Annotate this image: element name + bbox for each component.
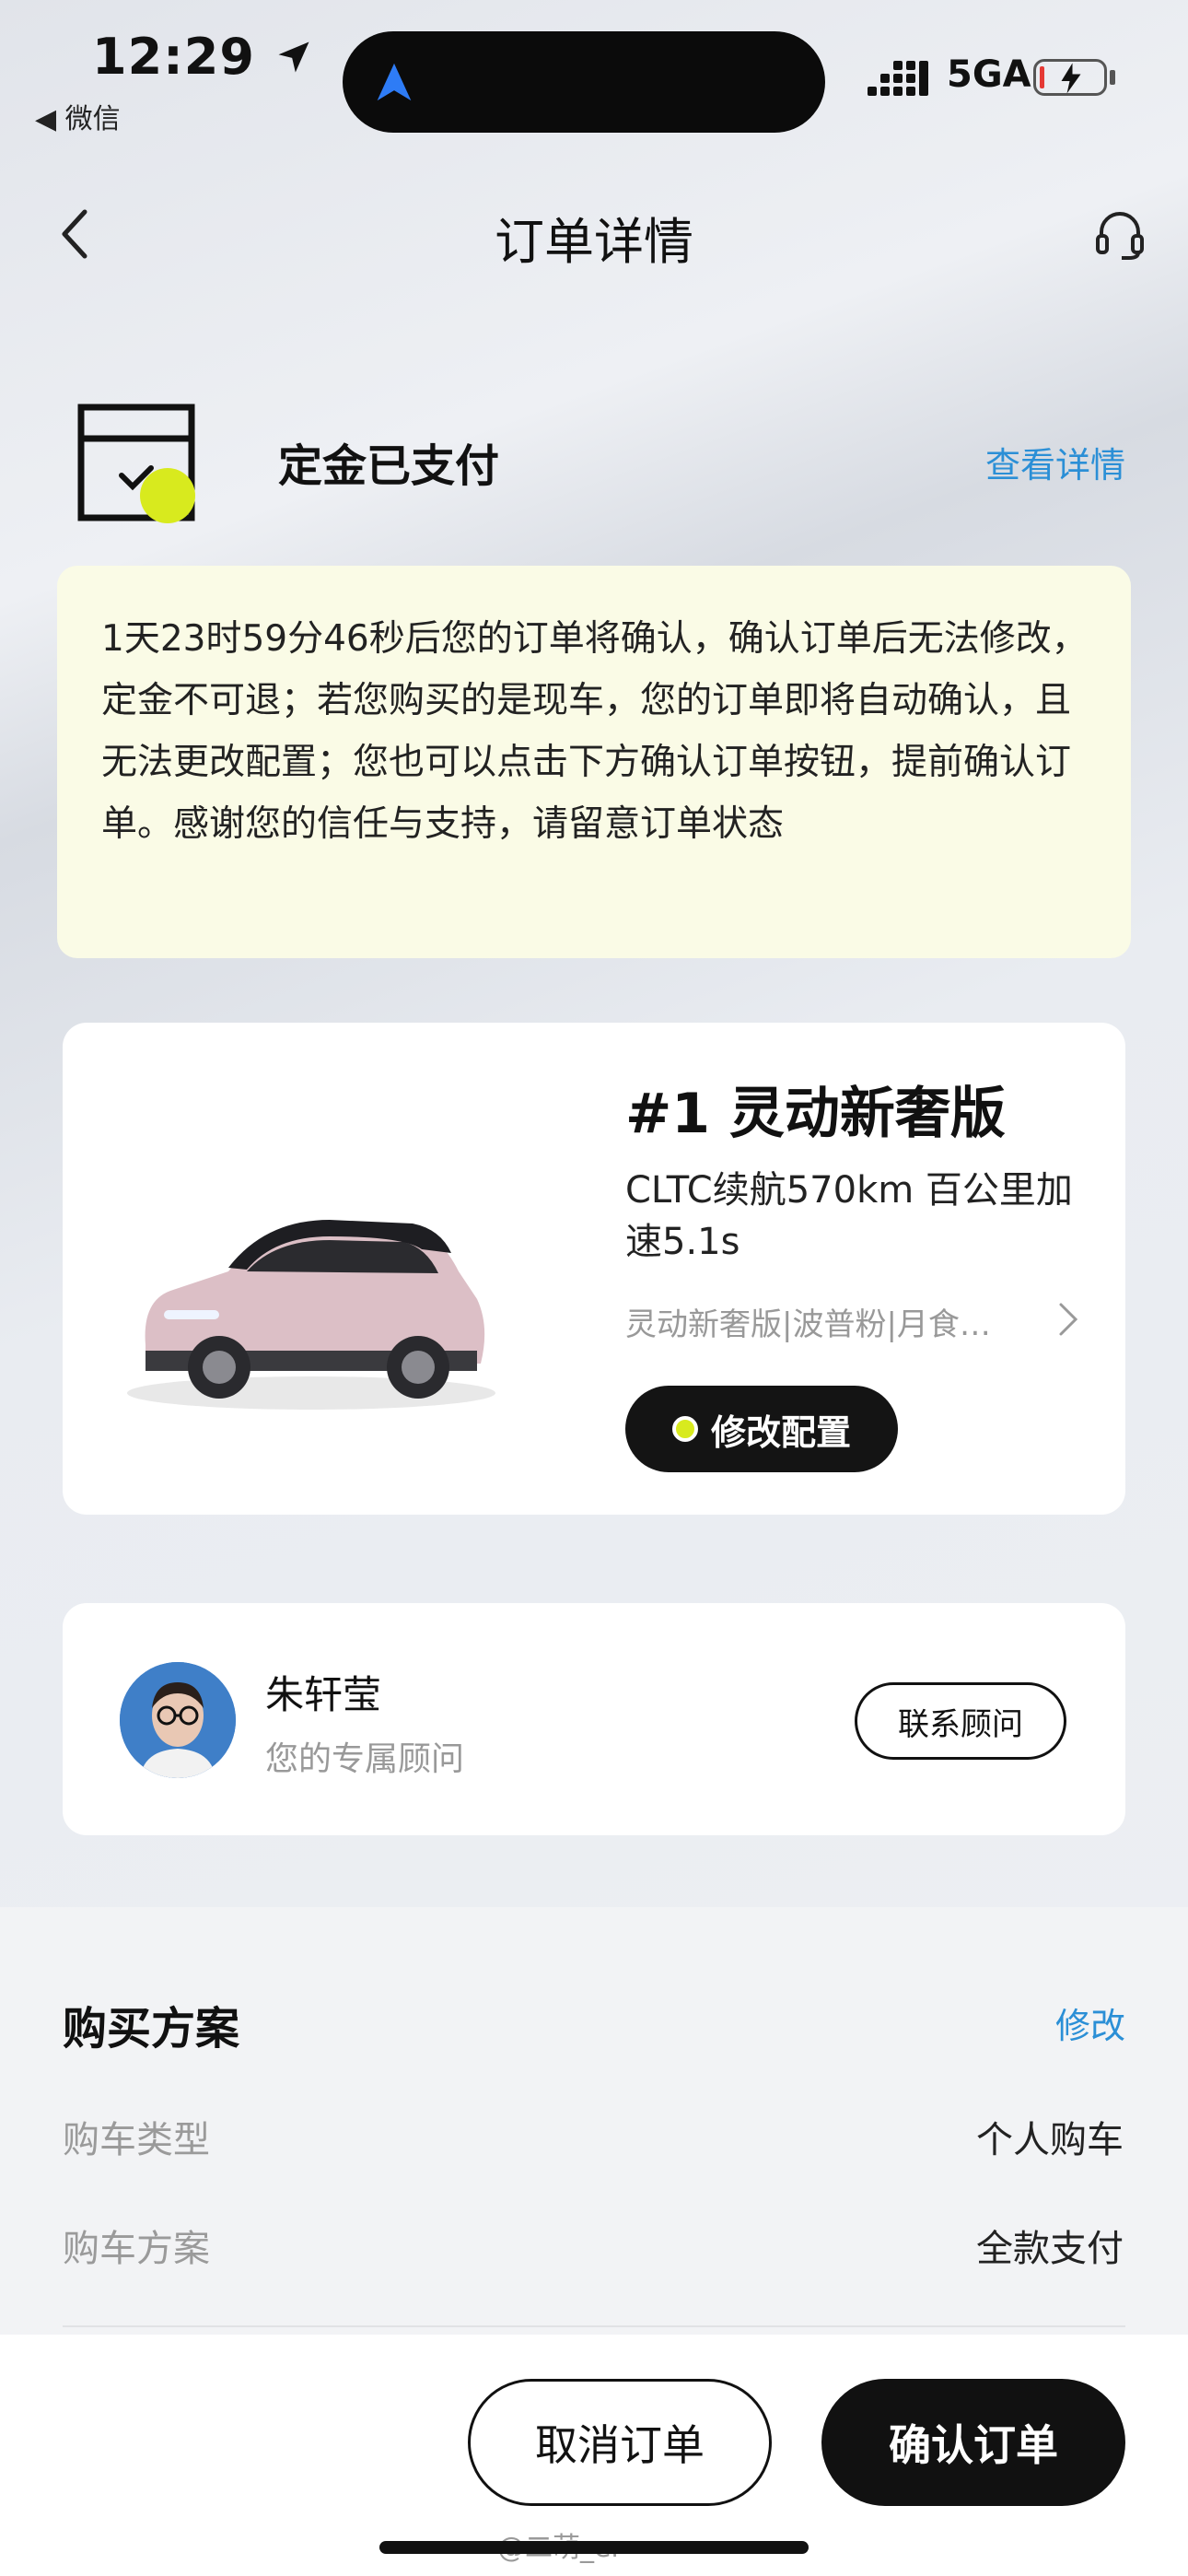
order-confirmation-notice: 1天23时59分46秒后您的订单将确认，确认订单后无法修改，定金不可退；若您购买…	[57, 566, 1131, 958]
confirm-order-button[interactable]: 确认订单	[821, 2379, 1125, 2506]
edit-purchase-plan-link[interactable]: 修改	[1055, 1997, 1125, 2048]
purchase-type-label: 购车类型	[63, 2119, 210, 2161]
divider	[63, 2325, 1125, 2327]
status-time: 12:29	[92, 28, 314, 86]
order-status-title: 定金已支付	[278, 440, 500, 492]
cancel-order-button[interactable]: 取消订单	[468, 2379, 772, 2506]
page-title: 订单详情	[495, 213, 693, 271]
deposit-paid-icon	[77, 404, 195, 523]
purchase-plan-title: 购买方案	[63, 2003, 240, 2055]
car-image	[127, 1220, 495, 1410]
battery-tip	[1110, 70, 1115, 85]
car-config-summary[interactable]: 灵动新奢版|波普粉|月食…	[625, 1299, 1021, 1344]
customer-service-headset-icon[interactable]	[1092, 206, 1147, 262]
battery-icon	[1033, 59, 1107, 96]
contact-advisor-button[interactable]: 联系顾问	[855, 1682, 1066, 1760]
car-spec-text: CLTC续航570km 百公里加速5.1s	[625, 1169, 1073, 1263]
purchase-type-value: 个人购车	[976, 2119, 1124, 2161]
chevron-right-icon[interactable]	[1057, 1301, 1079, 1338]
network-label: 5GA	[947, 53, 1031, 96]
yellow-dot-icon	[671, 1416, 698, 1442]
home-indicator[interactable]	[379, 2541, 809, 2554]
charging-bolt-icon	[1061, 63, 1081, 94]
advisor-role: 您的专属顾问	[265, 1740, 465, 1778]
location-arrow-icon	[278, 41, 309, 73]
car-model-title: #1 灵动新奢版	[625, 1082, 1006, 1146]
dynamic-island	[343, 31, 825, 133]
advisor-avatar	[120, 1662, 236, 1778]
back-to-app-link[interactable]: ◀ 微信	[35, 96, 121, 136]
payment-plan-value: 全款支付	[976, 2228, 1124, 2270]
payment-plan-label: 购车方案	[63, 2228, 210, 2270]
signal-icon	[868, 61, 928, 96]
advisor-name: 朱轩莹	[265, 1672, 382, 1717]
modify-config-button[interactable]: 修改配置	[625, 1386, 898, 1472]
modify-config-label: 修改配置	[710, 1411, 851, 1453]
navigation-arrow-icon	[377, 63, 412, 101]
view-details-link[interactable]: 查看详情	[985, 437, 1125, 487]
